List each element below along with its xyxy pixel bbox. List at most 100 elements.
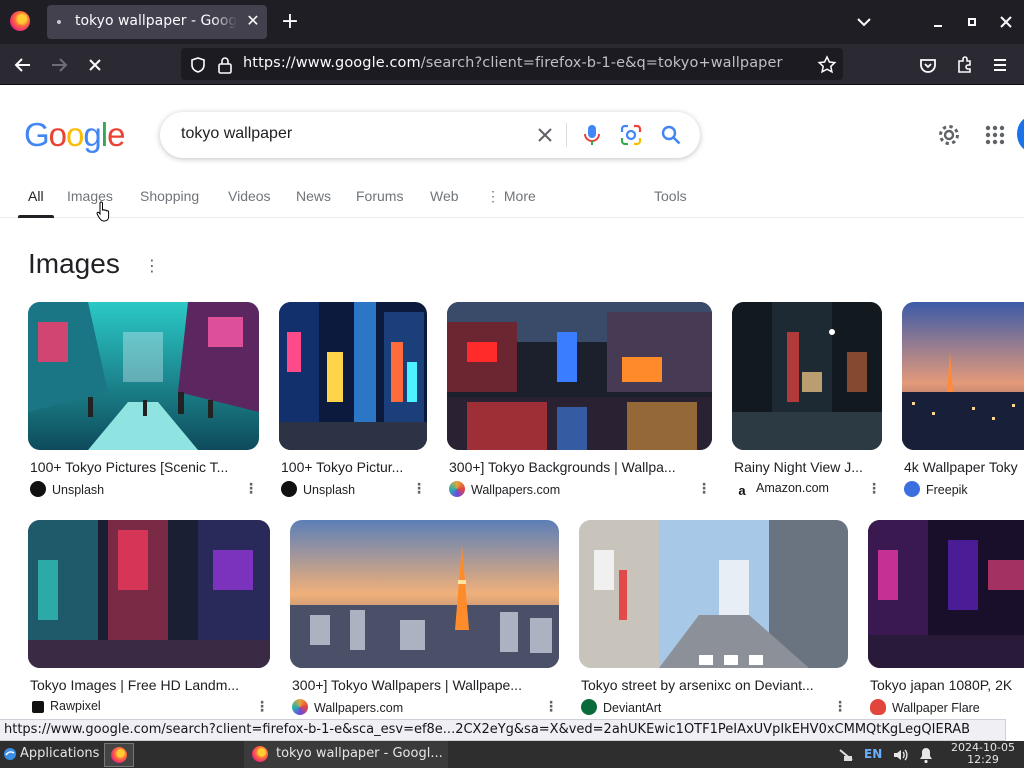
result-thumbnail[interactable] <box>868 520 1024 668</box>
result-title[interactable]: 300+] Tokyo Wallpapers | Wallpape... <box>292 677 558 693</box>
result-title[interactable]: 4k Wallpaper Toky <box>904 459 1024 475</box>
result-menu-icon[interactable]: ⋮ <box>255 699 269 715</box>
logo-letter: g <box>83 116 101 153</box>
logo-letter: o <box>48 116 67 153</box>
voice-search-icon[interactable] <box>580 122 604 148</box>
source-label: Wallpapers.com <box>471 483 561 497</box>
wallpapers-com-icon <box>292 699 308 715</box>
result-title[interactable]: Tokyo street by arsenixc on Deviant... <box>581 677 847 693</box>
result-source[interactable]: Unsplash <box>281 481 355 497</box>
firefox-icon[interactable] <box>10 11 30 31</box>
result-source[interactable]: Wallpapers.com <box>449 481 560 497</box>
tab-news[interactable]: News <box>296 188 331 204</box>
taskbar-firefox-launcher[interactable] <box>104 743 134 767</box>
result-thumbnail[interactable] <box>579 520 848 668</box>
minimize-button[interactable] <box>926 10 950 34</box>
tab-more[interactable]: ⋮ More <box>486 188 536 205</box>
new-tab-button[interactable]: + <box>278 8 302 36</box>
applications-icon <box>2 746 18 762</box>
google-lens-icon[interactable] <box>618 122 644 148</box>
hamburger-menu-icon[interactable] <box>987 52 1013 78</box>
lock-icon[interactable] <box>217 56 233 74</box>
list-all-tabs-icon[interactable] <box>852 10 876 34</box>
result-thumbnail[interactable] <box>447 302 712 450</box>
source-label: Wallpapers.com <box>314 701 404 715</box>
logo-letter: o <box>66 116 84 153</box>
url-text[interactable]: https://www.google.com/search?client=fir… <box>243 55 783 71</box>
result-source[interactable]: Rawpixel <box>30 699 101 713</box>
amazon-icon: a <box>734 484 750 500</box>
google-logo[interactable]: Google <box>24 116 125 154</box>
result-source[interactable]: Unsplash <box>30 481 104 497</box>
result-thumbnail[interactable] <box>28 520 270 668</box>
result-title[interactable]: 100+ Tokyo Pictures [Scenic T... <box>30 459 258 475</box>
forward-arrow-icon[interactable] <box>46 52 72 78</box>
avatar[interactable] <box>1017 116 1024 152</box>
search-input[interactable]: tokyo wallpaper <box>181 125 292 143</box>
source-label: Amazon.com <box>756 481 829 495</box>
link-status-bar: https://www.google.com/search?client=fir… <box>0 719 1006 741</box>
result-title[interactable]: 300+] Tokyo Backgrounds | Wallpa... <box>449 459 711 475</box>
result-menu-icon[interactable]: ⋮ <box>697 481 711 497</box>
tab-all[interactable]: All <box>28 188 44 204</box>
result-source[interactable]: Wallpapers.com <box>292 699 403 715</box>
search-box[interactable]: tokyo wallpaper <box>160 112 700 158</box>
keyboard-layout-indicator[interactable]: EN <box>864 747 882 761</box>
volume-icon[interactable] <box>891 746 909 764</box>
clock[interactable]: 2024-10-05 12:29 <box>948 742 1018 766</box>
gear-icon[interactable] <box>936 122 962 148</box>
result-menu-icon[interactable]: ⋮ <box>867 481 881 497</box>
result-thumbnail[interactable] <box>279 302 427 450</box>
unsplash-icon <box>30 481 46 497</box>
result-thumbnail[interactable] <box>732 302 882 450</box>
bookmark-star-icon[interactable] <box>817 55 837 75</box>
notification-bell-icon[interactable] <box>918 746 934 764</box>
firefox-icon <box>111 747 127 763</box>
search-tabs: All Images Shopping Videos News Forums W… <box>0 180 1024 218</box>
tab-close-icon[interactable]: ✕ <box>243 10 263 32</box>
tools-button[interactable]: Tools <box>654 188 687 204</box>
result-title[interactable]: Rainy Night View J... <box>734 459 882 475</box>
stop-loading-icon[interactable] <box>82 52 108 78</box>
result-title[interactable]: Tokyo Images | Free HD Landm... <box>30 677 268 693</box>
result-thumbnail[interactable] <box>28 302 259 450</box>
hand-cursor-icon <box>96 200 112 222</box>
result-source[interactable]: DeviantArt <box>581 699 661 715</box>
result-menu-icon[interactable]: ⋮ <box>412 481 426 497</box>
close-window-button[interactable] <box>994 10 1018 34</box>
result-title[interactable]: 100+ Tokyo Pictur... <box>281 459 427 475</box>
result-source[interactable]: a Amazon.com <box>734 481 829 500</box>
search-icon[interactable] <box>658 122 684 148</box>
taskbar-window-button[interactable]: tokyo wallpaper - Googl... <box>244 741 448 768</box>
wallpapers-com-icon <box>449 481 465 497</box>
browser-tab[interactable]: tokyo wallpaper - Google Search ✕ <box>47 5 267 39</box>
clear-search-icon[interactable] <box>532 122 558 148</box>
result-menu-icon[interactable]: ⋮ <box>544 699 558 715</box>
tab-videos[interactable]: Videos <box>228 188 271 204</box>
result-source[interactable]: Freepik <box>904 481 968 497</box>
extensions-icon[interactable] <box>951 52 977 78</box>
result-thumbnail[interactable] <box>290 520 559 668</box>
address-bar[interactable]: https://www.google.com/search?client=fir… <box>181 48 843 80</box>
tab-loading-icon <box>57 20 61 24</box>
rawpixel-icon <box>32 701 44 713</box>
result-menu-icon[interactable]: ⋮ <box>244 481 258 497</box>
more-options-icon[interactable]: ⋮ <box>144 256 160 280</box>
images-section-heading: Images <box>28 248 120 279</box>
google-apps-icon[interactable] <box>983 123 1007 147</box>
back-arrow-icon[interactable] <box>10 52 36 78</box>
result-source[interactable]: Wallpaper Flare <box>870 699 980 715</box>
tab-web[interactable]: Web <box>430 188 459 204</box>
source-label: Freepik <box>926 483 968 497</box>
result-title[interactable]: Tokyo japan 1080P, 2K <box>870 677 1022 693</box>
result-thumbnail[interactable] <box>902 302 1024 450</box>
freepik-icon <box>904 481 920 497</box>
tab-forums[interactable]: Forums <box>356 188 403 204</box>
network-icon[interactable] <box>838 746 856 764</box>
tab-shopping[interactable]: Shopping <box>140 188 199 204</box>
tracking-shield-icon[interactable] <box>189 56 207 74</box>
maximize-button[interactable] <box>960 10 984 34</box>
taskbar-window-title: tokyo wallpaper - Googl... <box>276 746 443 761</box>
pocket-icon[interactable] <box>915 52 941 78</box>
result-menu-icon[interactable]: ⋮ <box>833 699 847 715</box>
